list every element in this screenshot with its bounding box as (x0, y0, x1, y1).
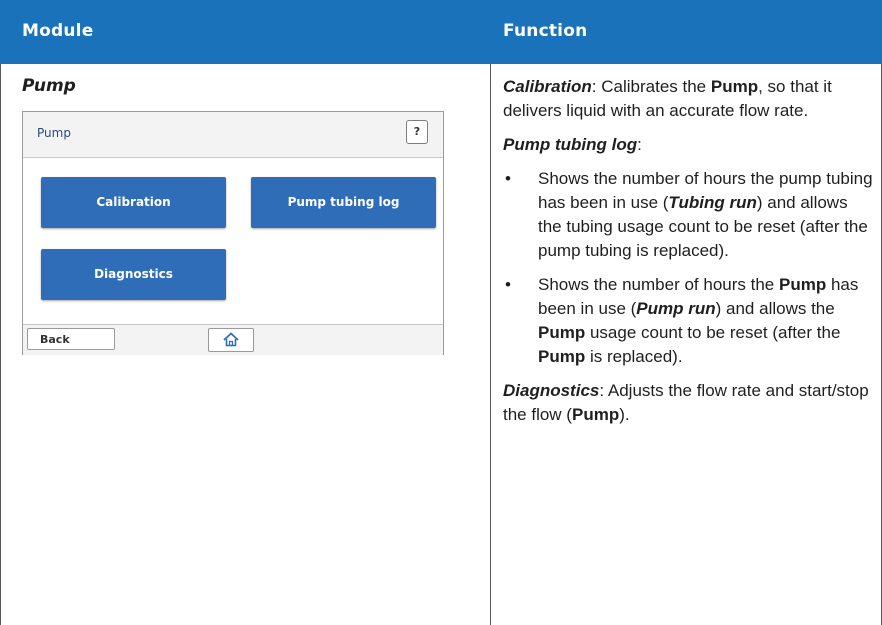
list-item: • Shows the number of hours the pump tubi… (503, 167, 873, 263)
text: usage count to be reset (after the (585, 323, 841, 342)
table-header: Module Function (0, 0, 882, 64)
help-button[interactable]: ? (406, 120, 428, 144)
pump-run-term: Pump run (636, 299, 716, 318)
diagnostics-label: Diagnostics (503, 381, 600, 400)
bullet-marker: • (505, 169, 511, 188)
pump-term: Pump (571, 405, 620, 424)
bullet-marker: • (505, 275, 511, 294)
module-name: Pump (22, 76, 76, 96)
column-header-module: Module (22, 21, 94, 41)
screen-title-bar: Pump ? (23, 112, 443, 158)
calibration-button[interactable]: Calibration (41, 177, 226, 228)
back-button[interactable]: Back (27, 328, 115, 350)
tubing-run-term: Tubing run (668, 193, 757, 212)
calibration-description: Calibration: Calibrates the Pump, so tha… (503, 75, 873, 123)
diagnostics-description: Diagnostics: Adjusts the flow rate and s… (503, 379, 873, 427)
pump-screen-screenshot: Pump ? Calibration Pump tubing log Diagn… (22, 111, 444, 355)
text: ). (619, 405, 630, 424)
home-button[interactable] (208, 328, 254, 352)
tubing-log-label: Pump tubing log (503, 135, 638, 154)
table-column-divider (490, 64, 491, 625)
pump-term: Pump (778, 275, 827, 294)
text: ) and allows the (715, 299, 835, 318)
diagnostics-button[interactable]: Diagnostics (41, 249, 226, 300)
function-description: Calibration: Calibrates the Pump, so tha… (503, 75, 873, 437)
screen-title: Pump (37, 126, 71, 140)
pump-term: Pump (538, 347, 586, 366)
home-icon (223, 332, 239, 347)
text: Shows the number of hours the (538, 275, 779, 294)
text: is replaced). (585, 347, 683, 366)
text: : Calibrates the (591, 77, 711, 96)
tubing-log-heading: Pump tubing log: (503, 133, 873, 157)
screen-footer: Back (23, 324, 443, 355)
table-border-left (0, 64, 1, 625)
list-item: • Shows the number of hours the Pump has … (503, 273, 873, 369)
column-header-function: Function (503, 21, 588, 41)
pump-tubing-log-button[interactable]: Pump tubing log (251, 177, 436, 228)
calibration-label: Calibration (503, 77, 592, 96)
pump-term: Pump (538, 323, 586, 342)
tubing-log-list: • Shows the number of hours the pump tubi… (503, 167, 873, 369)
pump-term: Pump (710, 77, 759, 96)
text: : (637, 135, 642, 154)
